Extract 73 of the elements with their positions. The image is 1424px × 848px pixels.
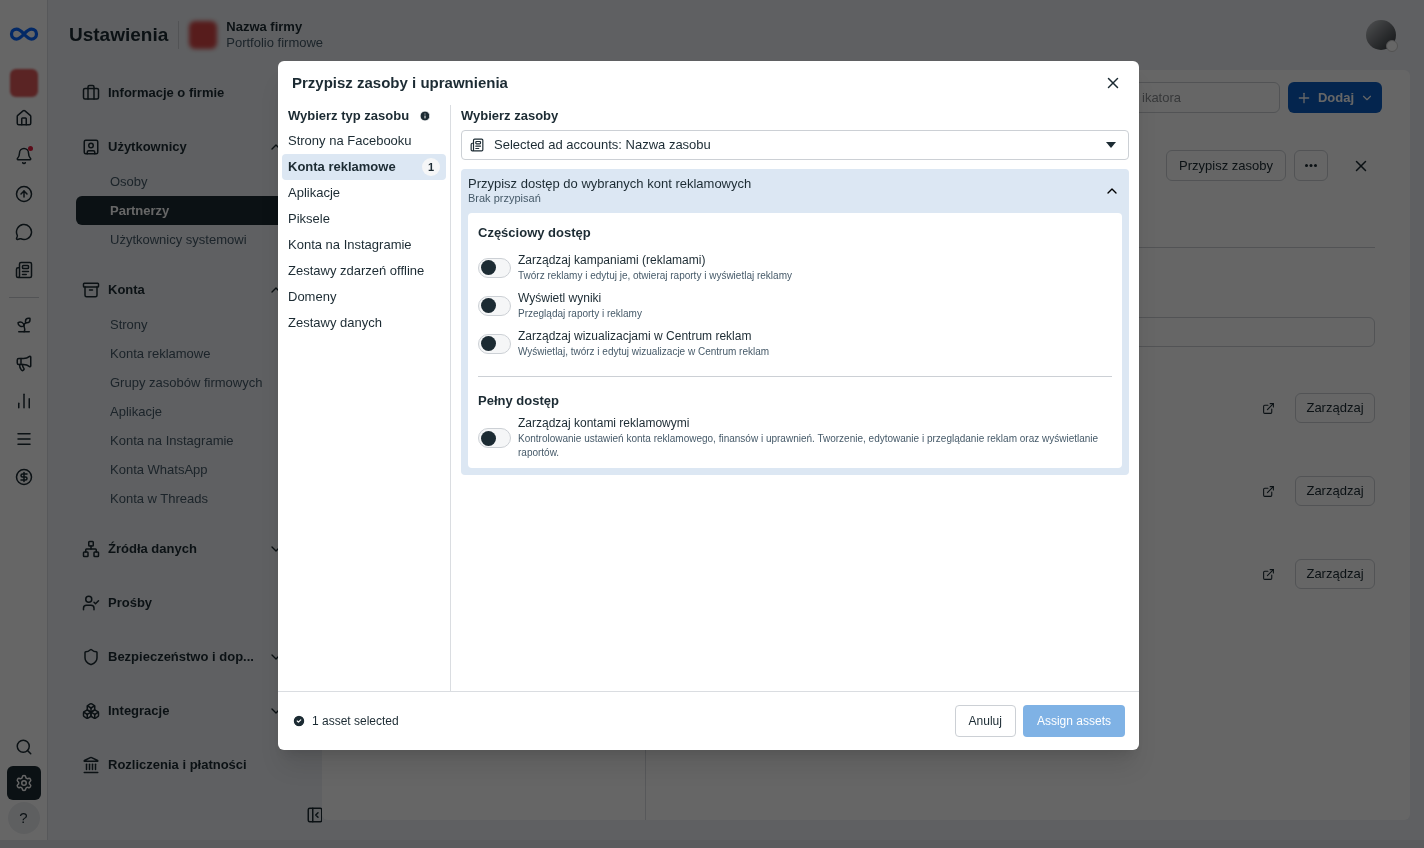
selection-status: 1 asset selected xyxy=(312,713,399,730)
search-icon xyxy=(14,738,33,756)
asset-type-item[interactable]: Konta na Instagramie xyxy=(282,232,446,258)
permission-description: Wyświetlaj, twórz i edytuj wizualizacje w Centrum reklam xyxy=(518,344,770,359)
home-icon xyxy=(14,109,33,127)
permission-description: Przeglądaj raporty i reklamy xyxy=(518,306,642,321)
collapse-sidebar-icon[interactable] xyxy=(306,806,322,824)
permission-label: Zarządzaj wizualizacjami w Centrum reklam xyxy=(518,328,753,343)
asset-type-item[interactable]: Aplikacje xyxy=(282,180,446,206)
asset-type-item[interactable]: Zestawy danych xyxy=(282,310,446,336)
external-link-icon[interactable] xyxy=(1262,484,1275,498)
add-button[interactable]: Dodaj xyxy=(1288,82,1382,113)
toggle-switch[interactable] xyxy=(478,257,511,278)
business-name: Nazwa firmy xyxy=(226,19,304,35)
dialog-title: Przypisz zasoby i uprawnienia xyxy=(292,72,508,93)
section-heading: Wybierz typ zasobu xyxy=(288,107,410,126)
bank-icon xyxy=(82,756,100,774)
toggle-switch[interactable] xyxy=(478,295,511,316)
settings-button[interactable] xyxy=(6,766,41,800)
settings-icon xyxy=(14,774,33,792)
access-title: Przypisz dostęp do wybranych kont reklamowych xyxy=(468,176,753,191)
group-heading: Pełny dostęp xyxy=(478,391,560,410)
access-subtitle: Brak przypisań xyxy=(468,191,542,206)
newspaper-icon xyxy=(14,261,33,279)
shield-icon xyxy=(82,648,100,666)
network-icon xyxy=(82,540,100,558)
sprout-icon xyxy=(14,316,33,334)
asset-dropdown[interactable]: Selected ad accounts: Nazwa zasobu xyxy=(461,130,1129,160)
boxes-icon xyxy=(82,702,100,720)
user-square-icon xyxy=(82,138,100,156)
asset-type-item[interactable]: Piksele xyxy=(282,206,446,232)
count-badge: 1 xyxy=(422,158,440,176)
permission-label: Wyświetl wyniki xyxy=(518,290,603,305)
help-button[interactable]: ? xyxy=(7,802,40,834)
asset-type-item[interactable]: Konta reklamowe 1 xyxy=(282,154,446,180)
toggle-switch[interactable] xyxy=(478,333,511,354)
permission-description: Kontrolowanie ustawień konta reklamowego, finansów i uprawnień. Tworzenie, edytowanie i przeglądanie reklam oraz wyświetlanie raportów. xyxy=(518,432,1100,460)
megaphone-icon xyxy=(14,354,33,372)
cancel-button[interactable]: Anuluj xyxy=(954,705,1016,737)
profile-avatar[interactable] xyxy=(1366,20,1396,50)
menu-icon xyxy=(14,430,33,448)
more-button[interactable] xyxy=(1294,150,1328,181)
sidebar-section[interactable]: Prośby xyxy=(76,585,288,621)
external-link-icon[interactable] xyxy=(1262,567,1275,581)
business-avatar xyxy=(189,21,218,49)
manage-button[interactable]: Zarządzaj xyxy=(1295,559,1375,589)
section-heading: Wybierz zasoby xyxy=(461,107,559,126)
info-icon[interactable] xyxy=(419,110,432,122)
assign-assets-button[interactable]: Przypisz zasoby xyxy=(1166,150,1286,181)
external-link-icon[interactable] xyxy=(1262,401,1275,415)
permission-label: Zarządzaj kontami reklamowymi xyxy=(518,416,691,430)
access-header[interactable]: Przypisz dostęp do wybranych kont reklamowych Brak przypisań xyxy=(461,169,1129,213)
check-icon xyxy=(292,714,306,728)
business-avatar[interactable] xyxy=(9,69,38,97)
user-check-icon xyxy=(82,594,100,612)
dollar-icon xyxy=(14,468,33,486)
business-subtitle: Portfolio firmowe xyxy=(226,35,324,51)
group-heading: Częściowy dostęp xyxy=(478,224,592,242)
permission-description: Twórz reklamy i edytuj je, otwieraj raporty i wyświetlaj reklamy xyxy=(518,268,792,283)
caret-icon xyxy=(1106,142,1116,148)
archive-icon xyxy=(82,281,100,299)
manage-button[interactable]: Zarządzaj xyxy=(1295,476,1375,506)
bell-icon xyxy=(14,147,33,165)
briefcase-icon xyxy=(82,84,100,102)
toggle-switch[interactable] xyxy=(478,428,511,448)
more-icon xyxy=(1305,164,1317,167)
page-title: Ustawienia xyxy=(69,22,169,47)
sidebar-section[interactable]: Integracje xyxy=(76,693,288,729)
chat-icon xyxy=(14,223,33,241)
permission-label: Zarządzaj kampaniami (reklamami) xyxy=(518,252,707,267)
manage-button[interactable]: Zarządzaj xyxy=(1295,393,1375,423)
sidebar-section[interactable]: Rozliczenia i płatności xyxy=(76,747,288,783)
sidebar-section[interactable]: Informacje o firmie xyxy=(76,75,288,111)
